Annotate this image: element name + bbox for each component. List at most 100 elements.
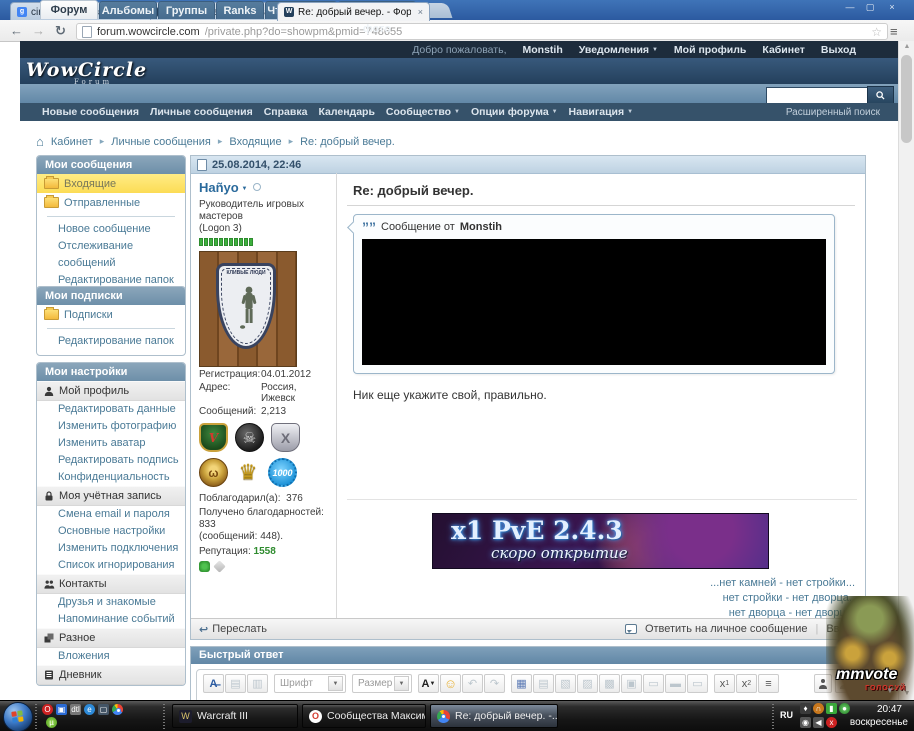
- paste-word-button[interactable]: ▥: [247, 674, 268, 693]
- home-icon[interactable]: ⌂: [36, 134, 44, 149]
- bookmark-star-icon[interactable]: ☆: [871, 25, 882, 39]
- smilies-button[interactable]: ☺: [440, 674, 461, 693]
- quicklaunch-app-icon[interactable]: ▣: [56, 704, 67, 715]
- sidebar-link-edit-signature[interactable]: Редактировать подпись: [37, 452, 185, 469]
- sidebar-item-subscriptions[interactable]: Подписки: [37, 305, 185, 324]
- tab-groups[interactable]: Группы: [158, 1, 215, 19]
- subnav-private-messages[interactable]: Личные сообщения: [150, 106, 253, 118]
- image-button[interactable]: ▣: [621, 674, 642, 693]
- forward-icon[interactable]: →: [32, 23, 45, 38]
- tray-security-alert-icon[interactable]: x: [826, 717, 837, 728]
- settings-group-account[interactable]: Моя учётная запись: [37, 486, 185, 506]
- font-color-button[interactable]: A▼: [418, 674, 439, 693]
- sidebar-link-edit-details[interactable]: Редактировать данные: [37, 401, 185, 418]
- breadcrumb-cabinet[interactable]: Кабинет: [51, 136, 93, 148]
- reply-button[interactable]: Ответить на личное сообщение: [645, 623, 808, 635]
- topbar-notifications-link[interactable]: Уведомления ▼: [579, 44, 658, 56]
- sidebar-link-connections[interactable]: Изменить подключения: [37, 540, 185, 557]
- tray-antivirus-icon[interactable]: ●: [839, 703, 850, 714]
- align-center-button[interactable]: ▬: [665, 674, 686, 693]
- outdent-button[interactable]: ▩: [599, 674, 620, 693]
- forward-button[interactable]: ↩ Переслать: [199, 623, 267, 636]
- sidebar-link-track-messages[interactable]: Отслеживание сообщений: [37, 238, 185, 272]
- tray-green-icon[interactable]: ▮: [826, 703, 837, 714]
- advanced-search-link[interactable]: Расширенный поиск: [786, 107, 880, 118]
- language-indicator[interactable]: RU: [780, 710, 793, 720]
- tray-network-icon[interactable]: ◉: [800, 717, 811, 728]
- sidebar-link-new-message[interactable]: Новое сообщение: [37, 221, 185, 238]
- scrollbar-thumb[interactable]: [901, 55, 912, 143]
- sidebar-link-event-reminders[interactable]: Напоминание событий: [37, 611, 185, 628]
- taskbar-grip[interactable]: [35, 704, 37, 729]
- mmvote-overlay[interactable]: mmvote ГОЛОСУЙ: [826, 596, 914, 700]
- superscript-button[interactable]: x2: [736, 674, 757, 693]
- tray-volume-icon[interactable]: ◀: [813, 717, 824, 728]
- quicklaunch-display-icon[interactable]: ▢: [98, 704, 109, 715]
- horizontal-rule-button[interactable]: ≡: [758, 674, 779, 693]
- window-close-button[interactable]: ×: [884, 2, 900, 12]
- sidebar-link-attachments[interactable]: Вложения: [37, 648, 185, 665]
- url-bar[interactable]: forum.wowcircle.com /private.php?do=show…: [76, 23, 888, 40]
- settings-group-misc[interactable]: Разное: [37, 628, 185, 648]
- quicklaunch-chrome-icon[interactable]: [112, 704, 123, 715]
- tray-headset-icon[interactable]: ∩: [813, 703, 824, 714]
- font-select[interactable]: Шрифт▼: [274, 674, 346, 693]
- subnav-calendar[interactable]: Календарь: [318, 106, 374, 118]
- align-right-button[interactable]: ▭: [687, 674, 708, 693]
- reputation-icon[interactable]: [199, 561, 210, 572]
- search-input[interactable]: [766, 87, 868, 104]
- report-icon[interactable]: [213, 560, 225, 572]
- settings-group-journal[interactable]: Дневник: [37, 665, 185, 685]
- scroll-up-icon[interactable]: ▲: [899, 41, 914, 53]
- sidebar-link-privacy[interactable]: Конфиденциальность: [37, 469, 185, 486]
- sidebar-link-friends[interactable]: Друзья и знакомые: [37, 594, 185, 611]
- back-icon[interactable]: ←: [10, 23, 23, 38]
- quicklaunch-ie-icon[interactable]: e: [84, 704, 95, 715]
- taskbar-grip[interactable]: [163, 704, 165, 729]
- collapse-arrow-icon[interactable]: ▼: [886, 686, 894, 695]
- tab-close-icon[interactable]: ×: [415, 7, 423, 17]
- sidebar-link-edit-avatar[interactable]: Изменить аватар: [37, 435, 185, 452]
- browser-tab-active[interactable]: W Re: добрый вечер. - Фору ×: [277, 2, 430, 21]
- topbar-profile-link[interactable]: Мой профиль: [674, 44, 746, 56]
- topbar-username-link[interactable]: Monstih: [523, 44, 563, 56]
- tab-albums[interactable]: Альбомы: [99, 1, 157, 19]
- sidebar-link-edit-folders[interactable]: Редактирование папок: [37, 333, 185, 350]
- refresh-icon[interactable]: ↻: [55, 23, 66, 39]
- ordered-list-button[interactable]: ▧: [555, 674, 576, 693]
- taskbar-button-warcraft[interactable]: W Warcraft III: [172, 704, 298, 728]
- signature-banner[interactable]: x1 PvE 2.4.3 скоро открытие: [432, 513, 769, 569]
- sidebar-item-inbox[interactable]: Входящие: [37, 174, 185, 193]
- browser-menu-icon[interactable]: ≡: [890, 24, 898, 39]
- redo-button[interactable]: ↷: [484, 674, 505, 693]
- sidebar-link-ignore-list[interactable]: Список игнорирования: [37, 557, 185, 574]
- window-maximize-button[interactable]: ▢: [862, 2, 878, 12]
- list-button[interactable]: ▤: [533, 674, 554, 693]
- tray-app-icon[interactable]: ♦: [800, 703, 811, 714]
- tab-forum[interactable]: Форум: [40, 0, 98, 19]
- settings-group-contacts[interactable]: Контакты: [37, 574, 185, 594]
- sidebar-link-general-settings[interactable]: Основные настройки: [37, 523, 185, 540]
- align-left-button[interactable]: ▭: [643, 674, 664, 693]
- breadcrumb-inbox[interactable]: Входящие: [229, 136, 281, 148]
- tray-clock[interactable]: 20:47: [877, 704, 902, 715]
- topbar-cabinet-link[interactable]: Кабинет: [762, 44, 805, 56]
- subnav-new-messages[interactable]: Новые сообщения: [42, 106, 139, 118]
- quicklaunch-opera-icon[interactable]: O: [42, 704, 53, 715]
- start-button[interactable]: [3, 702, 33, 731]
- window-minimize-button[interactable]: —: [842, 2, 858, 12]
- quicklaunch-grid-icon[interactable]: dtl: [70, 704, 81, 715]
- subnav-navigation[interactable]: Навигация ▼: [569, 106, 633, 118]
- size-select[interactable]: Размер▼: [352, 674, 412, 693]
- paste-text-button[interactable]: ▤: [225, 674, 246, 693]
- taskbar-button-opera[interactable]: O Сообщества Максим...: [302, 704, 426, 728]
- undo-button[interactable]: ↶: [462, 674, 483, 693]
- topbar-logout-link[interactable]: Выход: [821, 44, 856, 56]
- tab-ranks[interactable]: Ranks: [216, 1, 264, 19]
- subscript-button[interactable]: x1: [714, 674, 735, 693]
- remove-format-button[interactable]: A̶: [203, 674, 224, 693]
- author-username-link[interactable]: Hañyo: [199, 180, 239, 195]
- search-button[interactable]: [867, 86, 894, 104]
- table-button[interactable]: ▦: [511, 674, 532, 693]
- tray-day[interactable]: воскресенье: [850, 717, 908, 728]
